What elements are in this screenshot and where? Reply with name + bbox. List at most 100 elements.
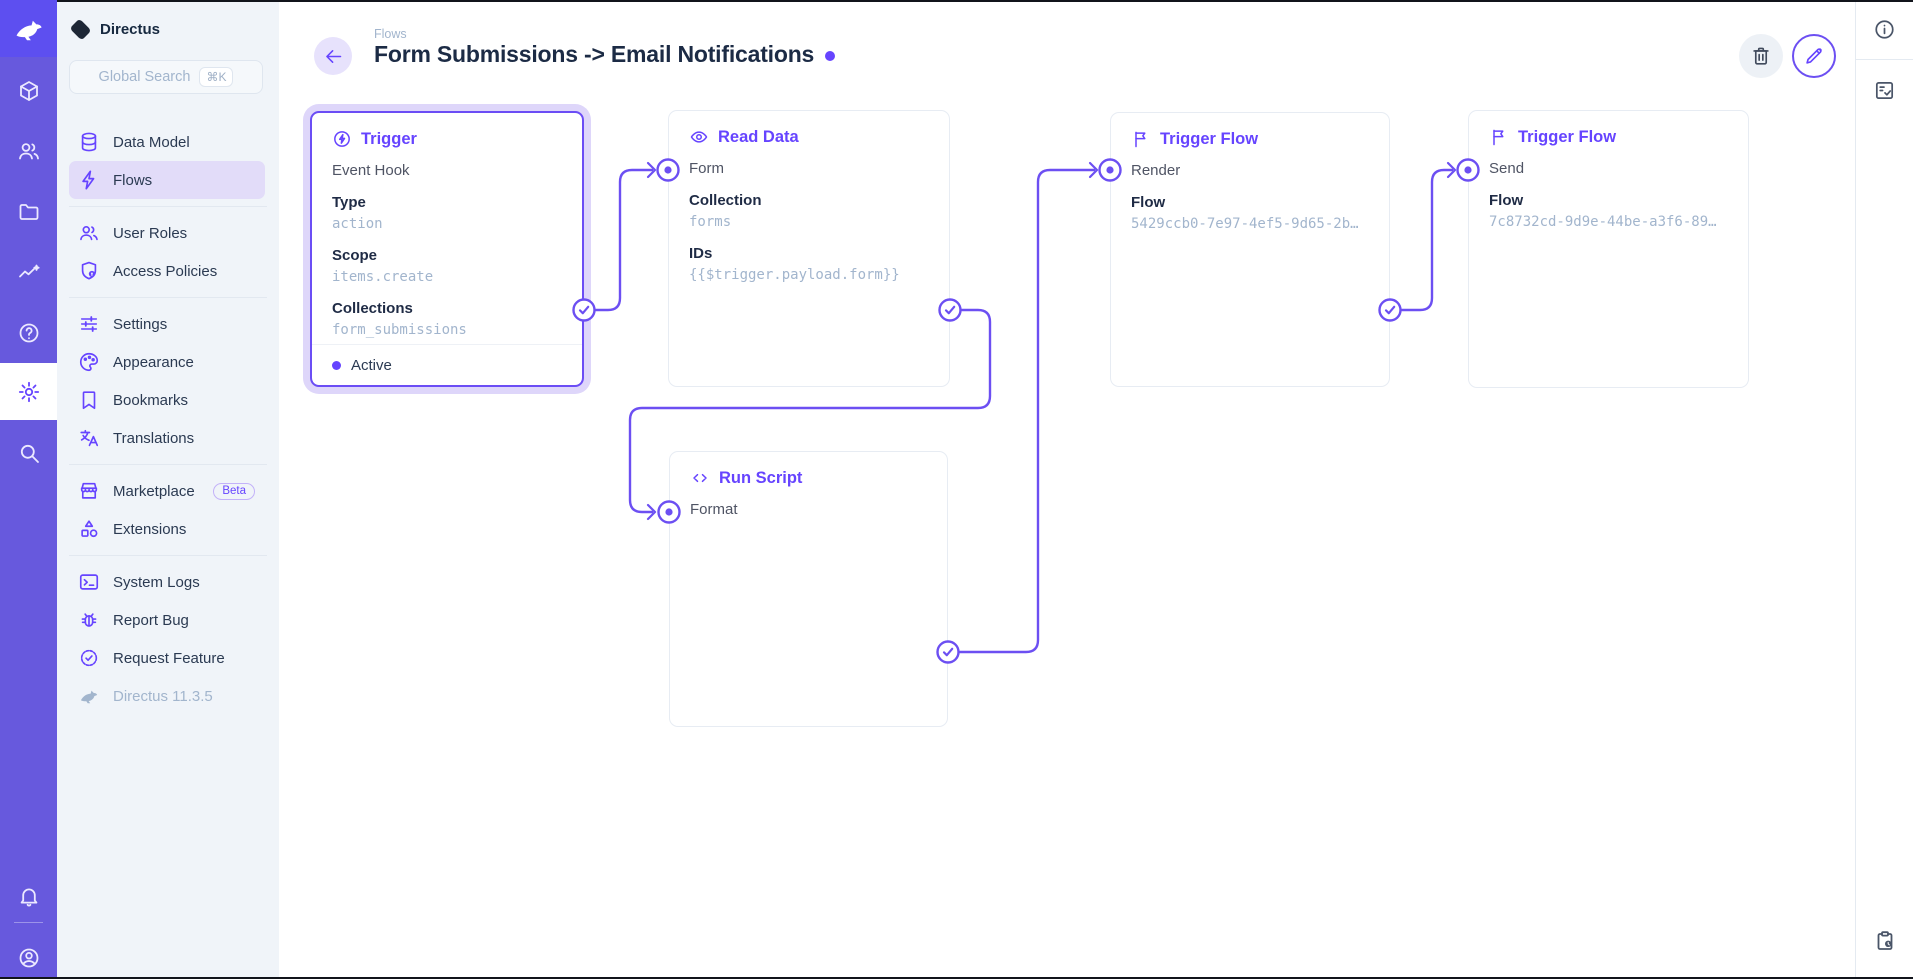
delete-flow-button[interactable] bbox=[1739, 34, 1783, 78]
document-check-icon bbox=[1873, 79, 1896, 102]
directus-app: Directus Global Search ⌘K Data Model Flo… bbox=[0, 0, 1913, 979]
module-users[interactable] bbox=[0, 122, 57, 179]
main-content: Flows Form Submissions -> Email Notifica… bbox=[279, 0, 1855, 979]
account-circle-icon bbox=[17, 946, 41, 970]
nav-list: Data Model Flows User Roles Access Polic… bbox=[57, 123, 279, 715]
nav-divider bbox=[69, 290, 267, 305]
sidebar-item-system-logs[interactable]: System Logs bbox=[69, 563, 265, 601]
module-files[interactable] bbox=[0, 183, 57, 240]
cube-icon bbox=[17, 79, 41, 103]
flag-icon bbox=[1131, 129, 1151, 149]
global-search-input[interactable]: Global Search ⌘K bbox=[69, 60, 263, 94]
sidebar-item-appearance[interactable]: Appearance bbox=[69, 343, 265, 381]
sidebar-item-bookmarks[interactable]: Bookmarks bbox=[69, 381, 265, 419]
flag-icon bbox=[1489, 127, 1509, 147]
flow-node-trigger-flow-render[interactable]: Trigger Flow Render Flow 5429ccb0-7e97-4… bbox=[1110, 112, 1390, 387]
sidebar-item-settings[interactable]: Settings bbox=[69, 305, 265, 343]
eye-icon bbox=[689, 127, 709, 147]
unsaved-dot bbox=[825, 51, 835, 61]
module-bar-divider bbox=[14, 922, 43, 923]
nav-divider bbox=[69, 457, 267, 472]
sidebar-item-marketplace[interactable]: Marketplace Beta bbox=[69, 472, 265, 510]
keyboard-shortcut-chip: ⌘K bbox=[199, 67, 233, 87]
rabbit-icon bbox=[12, 12, 46, 46]
operation-name: Format bbox=[690, 499, 927, 521]
help-icon bbox=[17, 321, 41, 345]
operation-name: Send bbox=[1489, 158, 1728, 180]
flow-node-trigger-flow-send[interactable]: Trigger Flow Send Flow 7c8732cd-9d9e-44b… bbox=[1468, 110, 1749, 388]
bookmark-icon bbox=[78, 389, 100, 411]
operation-name: Render bbox=[1131, 160, 1369, 182]
page-title: Form Submissions -> Email Notifications bbox=[374, 41, 814, 68]
pencil-icon bbox=[1803, 45, 1825, 67]
bug-icon bbox=[78, 609, 100, 631]
global-search-placeholder: Global Search bbox=[99, 69, 191, 85]
trigger-status: Active bbox=[312, 344, 582, 385]
flow-node-run-script[interactable]: Run Script Format bbox=[669, 451, 948, 727]
status-dot bbox=[332, 361, 341, 370]
notifications-button[interactable] bbox=[0, 867, 57, 924]
translate-icon bbox=[78, 427, 100, 449]
palette-icon bbox=[78, 351, 100, 373]
beta-badge: Beta bbox=[213, 483, 255, 500]
tune-icon bbox=[78, 313, 100, 335]
trigger-name: Event Hook bbox=[332, 160, 562, 182]
nav-divider bbox=[69, 548, 267, 563]
module-content[interactable] bbox=[0, 62, 57, 119]
clipboard-clock-icon bbox=[1873, 929, 1897, 953]
module-bar bbox=[0, 0, 57, 979]
people-icon bbox=[17, 139, 41, 163]
shield-lock-icon bbox=[78, 260, 100, 282]
activity-log-button[interactable] bbox=[1856, 911, 1913, 971]
storefront-icon bbox=[78, 480, 100, 502]
project-name: Directus bbox=[100, 21, 160, 38]
search-icon bbox=[17, 441, 41, 465]
verified-icon bbox=[78, 647, 100, 669]
flow-node-trigger[interactable]: Trigger Event Hook Type action Scope ite… bbox=[310, 111, 584, 387]
project-logo-icon bbox=[70, 18, 92, 40]
project-header[interactable]: Directus bbox=[57, 0, 279, 44]
sidebar-item-extensions[interactable]: Extensions bbox=[69, 510, 265, 548]
category-icon bbox=[78, 518, 100, 540]
user-menu-button[interactable] bbox=[0, 929, 57, 979]
directus-logo[interactable] bbox=[0, 0, 57, 57]
folder-icon bbox=[17, 200, 41, 224]
sidebar-item-data-model[interactable]: Data Model bbox=[69, 123, 265, 161]
rabbit-icon bbox=[78, 685, 100, 707]
bolt-circle-icon bbox=[332, 129, 352, 149]
breadcrumb[interactable]: Flows bbox=[374, 27, 407, 41]
module-search[interactable] bbox=[0, 424, 57, 481]
sidebar-item-access-policies[interactable]: Access Policies bbox=[69, 252, 265, 290]
sidebar-item-request-feature[interactable]: Request Feature bbox=[69, 639, 265, 677]
sidebar-item-translations[interactable]: Translations bbox=[69, 419, 265, 457]
info-sidebar-button[interactable] bbox=[1856, 0, 1913, 60]
info-icon bbox=[1873, 18, 1896, 41]
sidebar-item-report-bug[interactable]: Report Bug bbox=[69, 601, 265, 639]
back-button[interactable] bbox=[314, 37, 352, 75]
operation-name: Form bbox=[689, 158, 929, 180]
insights-icon bbox=[17, 260, 41, 284]
arrow-left-icon bbox=[323, 46, 344, 67]
module-insights[interactable] bbox=[0, 243, 57, 300]
window-edge-top bbox=[57, 0, 1913, 2]
module-settings[interactable] bbox=[0, 363, 57, 420]
bolt-icon bbox=[78, 169, 100, 191]
sidebar-item-user-roles[interactable]: User Roles bbox=[69, 214, 265, 252]
database-icon bbox=[78, 131, 100, 153]
status-label: Active bbox=[351, 357, 392, 374]
terminal-icon bbox=[78, 571, 100, 593]
sidebar-item-version: Directus 11.3.5 bbox=[69, 677, 265, 715]
people-icon bbox=[78, 222, 100, 244]
gear-icon bbox=[17, 380, 41, 404]
nav-divider bbox=[69, 199, 267, 214]
bell-icon bbox=[17, 884, 41, 908]
flow-node-read-data[interactable]: Read Data Form Collection forms IDs {{$t… bbox=[668, 110, 950, 387]
right-sidebar bbox=[1855, 0, 1913, 979]
edit-flow-button[interactable] bbox=[1792, 34, 1836, 78]
trash-icon bbox=[1750, 45, 1772, 67]
code-icon bbox=[690, 468, 710, 488]
detail-sidebar-button[interactable] bbox=[1856, 60, 1913, 120]
module-help[interactable] bbox=[0, 304, 57, 361]
nav-sidebar: Directus Global Search ⌘K Data Model Flo… bbox=[57, 0, 279, 979]
sidebar-item-flows[interactable]: Flows bbox=[69, 161, 265, 199]
